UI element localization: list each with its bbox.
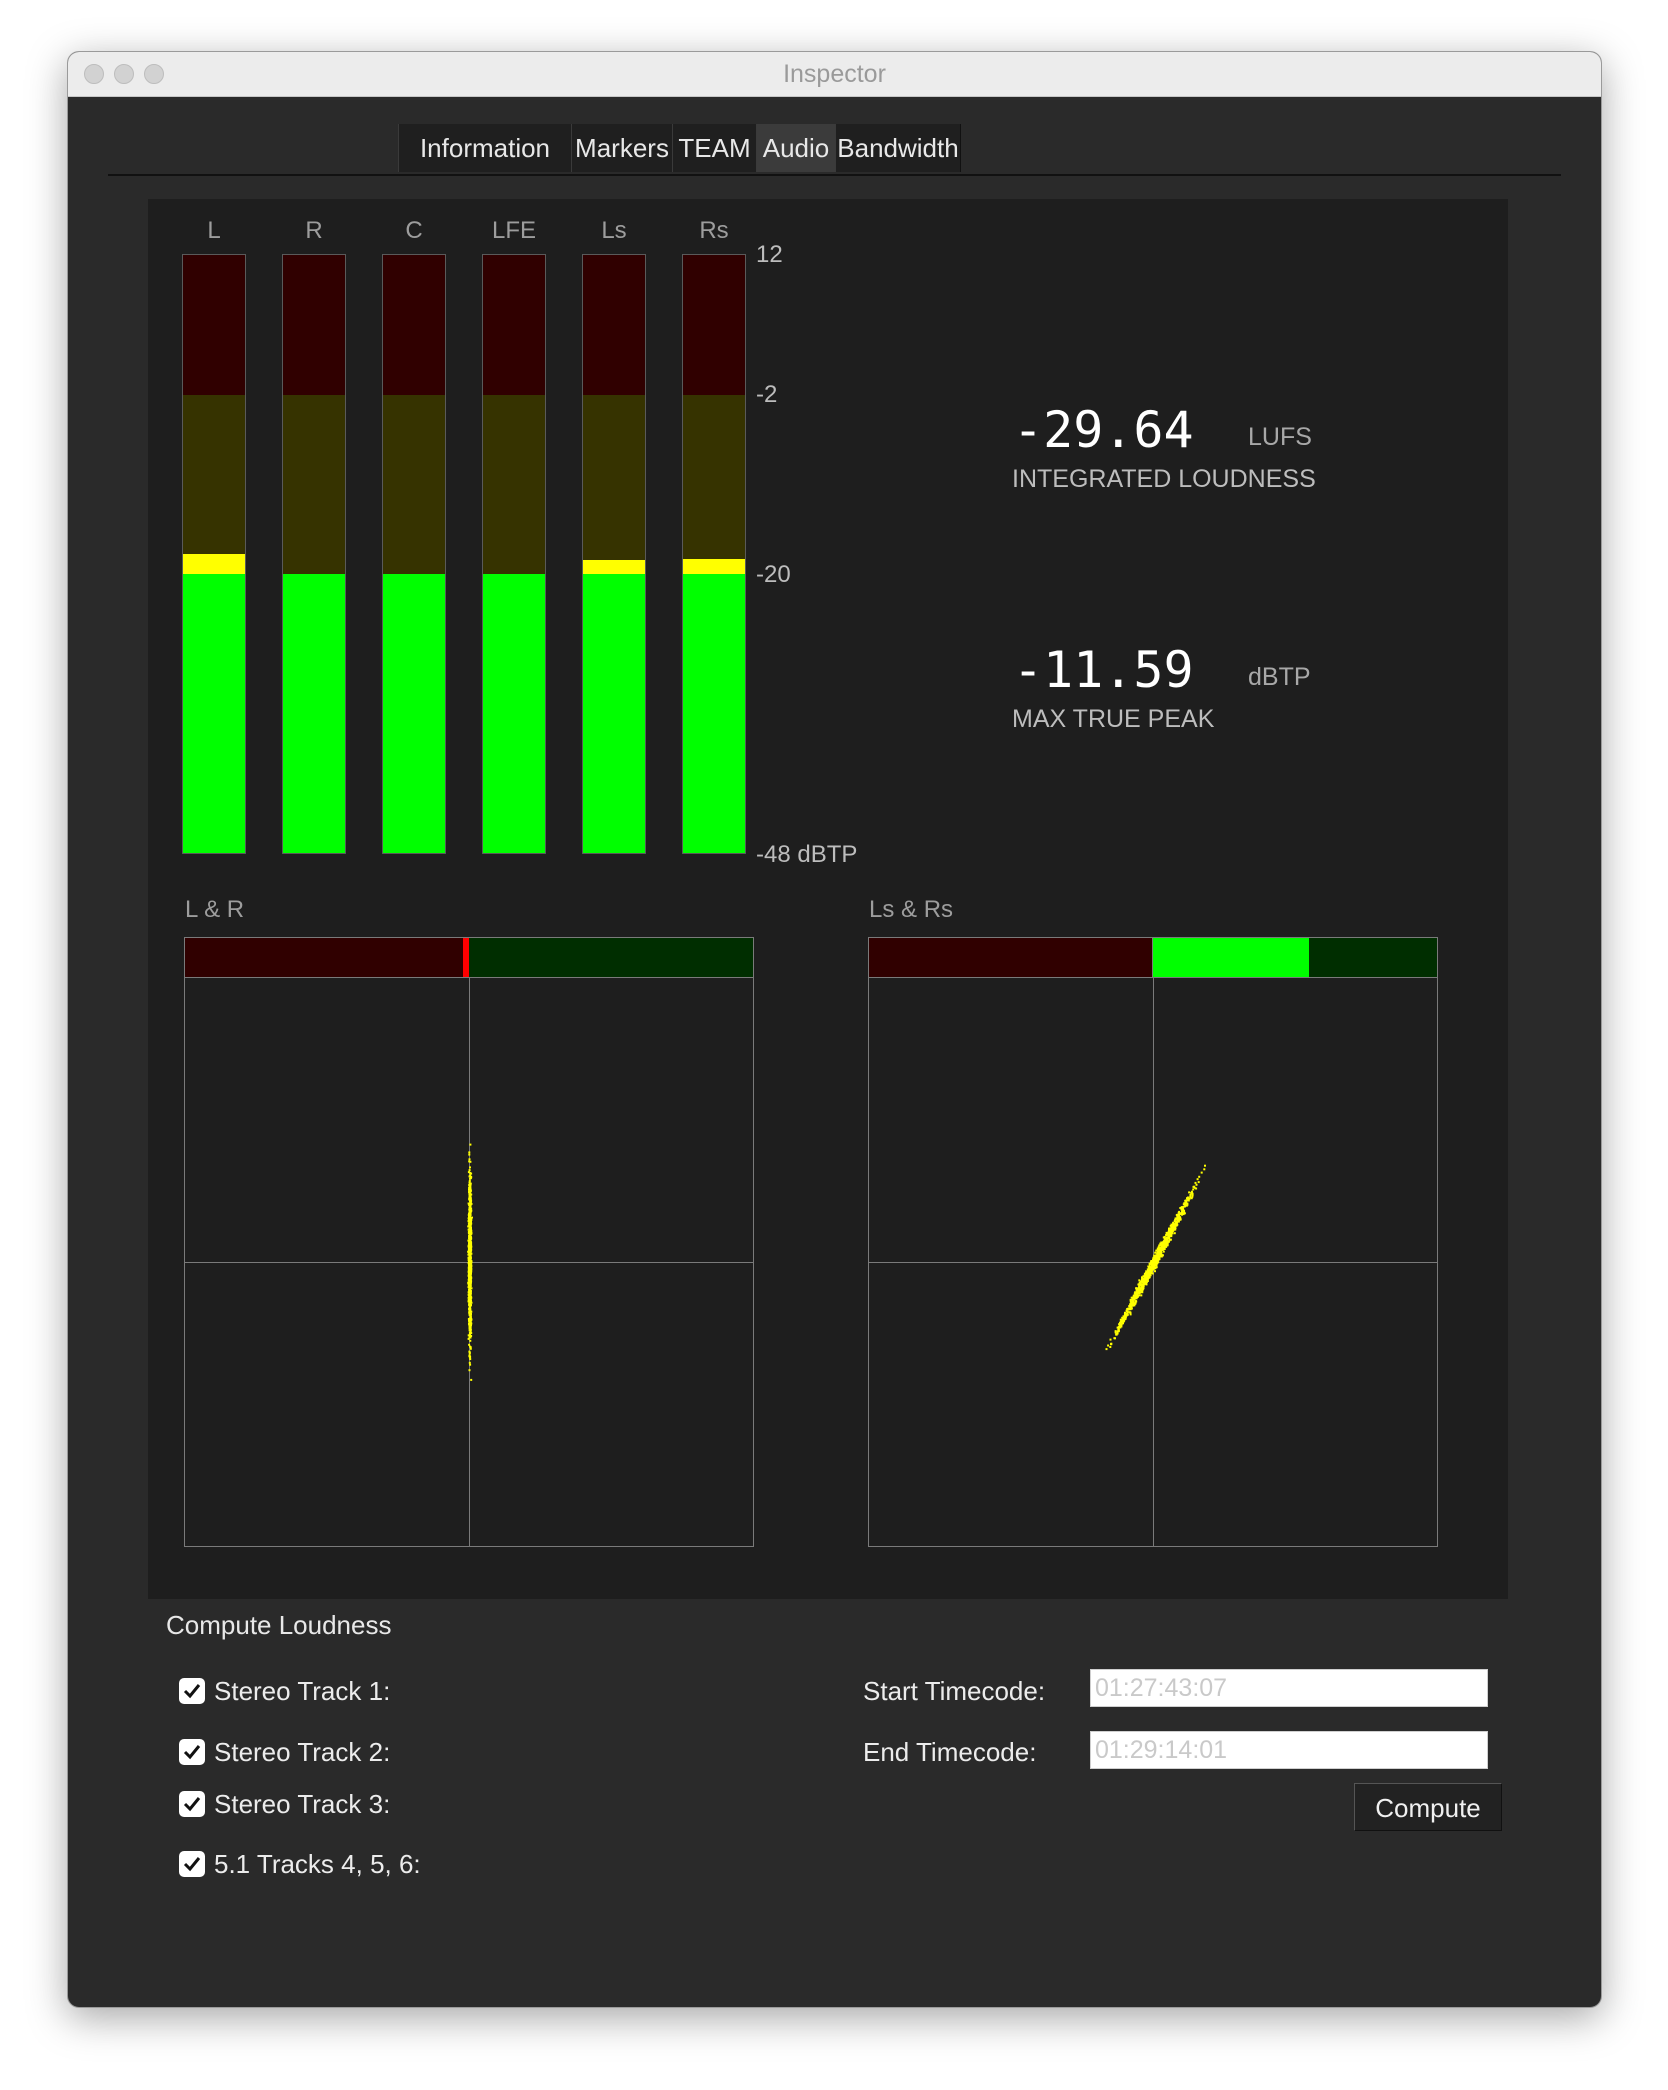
meter-fill-green — [483, 573, 545, 853]
vectorscope-label-ls-rs: Ls & Rs — [869, 896, 954, 923]
meter-zone-red — [283, 255, 345, 395]
max-true-peak-value: -11.59 — [1013, 641, 1194, 699]
title-bar: Inspector — [68, 52, 1601, 97]
channel-label-lfe: LFE — [491, 217, 536, 244]
vectorscope-ls-rs — [868, 937, 1438, 1547]
compute-loudness-title: Compute Loudness — [166, 1610, 392, 1640]
meter-fill-yellow — [583, 559, 645, 574]
meter-zone-yellow — [183, 394, 245, 574]
meter-fill-yellow — [683, 558, 745, 574]
meter-zone-red — [483, 255, 545, 395]
meter-zone-yellow — [483, 394, 545, 574]
meter-zone-red — [583, 255, 645, 395]
level-meter-l — [182, 254, 246, 854]
window-title: Inspector — [783, 60, 886, 88]
max-true-peak-unit: dBTP — [1248, 663, 1311, 691]
start-timecode-label: Start Timecode: — [863, 1676, 1046, 1706]
tab-markers[interactable]: Markers — [571, 124, 673, 172]
track-2-checkbox[interactable] — [179, 1739, 205, 1765]
track-3-label: Stereo Track 3: — [214, 1789, 391, 1819]
meter-fill-green — [583, 573, 645, 853]
tab-team[interactable]: TEAM — [672, 124, 757, 172]
track-3-checkbox[interactable] — [179, 1791, 205, 1817]
checkmark-icon — [183, 1745, 201, 1760]
meter-zone-red — [183, 255, 245, 395]
checkmark-icon — [183, 1797, 201, 1812]
vectorscope-l-r — [184, 937, 754, 1547]
tab-bandwidth[interactable]: Bandwidth — [835, 124, 961, 172]
checkmark-icon — [183, 1684, 201, 1699]
vectorscope-label-l-r: L & R — [185, 896, 245, 923]
meter-zone-yellow — [583, 394, 645, 574]
track-5-1-checkbox[interactable] — [179, 1851, 205, 1877]
level-meter-rs — [682, 254, 746, 854]
tab-bar: Information Markers TEAM Audio Bandwidth — [108, 124, 1561, 176]
meter-zone-red — [683, 255, 745, 395]
scale-label-minus-48: -48 dBTP — [756, 841, 858, 868]
channel-label-ls: Ls — [601, 217, 627, 244]
meter-zone-yellow — [683, 394, 745, 574]
scale-label-12: 12 — [756, 241, 783, 268]
meter-fill-green — [383, 573, 445, 853]
track-1-label: Stereo Track 1: — [214, 1676, 391, 1706]
channel-label-l: L — [207, 217, 221, 244]
integrated-loudness-value: -29.64 — [1013, 401, 1194, 459]
start-timecode-field[interactable] — [1090, 1669, 1488, 1707]
channel-label-c: C — [405, 217, 423, 244]
checkmark-icon — [183, 1857, 201, 1872]
scale-label-minus-20: -20 — [756, 561, 791, 588]
inspector-window: Inspector Information Markers TEAM Audio… — [67, 51, 1602, 2008]
meter-fill-green — [183, 573, 245, 853]
vectorscope-trace — [467, 1143, 473, 1381]
tab-information[interactable]: Information — [398, 124, 572, 172]
meter-zone-yellow — [383, 394, 445, 574]
channel-label-r: R — [305, 217, 323, 244]
level-meter-c — [382, 254, 446, 854]
track-2-label: Stereo Track 2: — [214, 1737, 391, 1767]
channel-label-rs: Rs — [699, 217, 729, 244]
max-true-peak-caption: MAX TRUE PEAK — [1012, 705, 1215, 733]
level-meter-r — [282, 254, 346, 854]
meter-fill-green — [683, 573, 745, 853]
tab-audio[interactable]: Audio — [756, 124, 836, 172]
integrated-loudness-unit: LUFS — [1248, 423, 1312, 451]
meter-fill-yellow — [183, 554, 245, 574]
meter-zone-red — [383, 255, 445, 395]
track-1-checkbox[interactable] — [179, 1678, 205, 1704]
audio-meter-panel: L R C LFE Ls Rs 12 -2 -20 -48 dBTP -29.6… — [148, 199, 1508, 1599]
end-timecode-field[interactable] — [1090, 1731, 1488, 1769]
level-meter-lfe — [482, 254, 546, 854]
meter-zone-yellow — [283, 394, 345, 574]
meter-fill-green — [283, 573, 345, 853]
scale-label-minus-2: -2 — [756, 381, 778, 408]
end-timecode-label: End Timecode: — [863, 1737, 1037, 1767]
track-5-1-label: 5.1 Tracks 4, 5, 6: — [214, 1849, 421, 1879]
level-meter-ls — [582, 254, 646, 854]
vectorscope-trace — [1105, 1164, 1206, 1351]
compute-button[interactable]: Compute — [1354, 1783, 1502, 1831]
integrated-loudness-caption: INTEGRATED LOUDNESS — [1012, 465, 1316, 493]
